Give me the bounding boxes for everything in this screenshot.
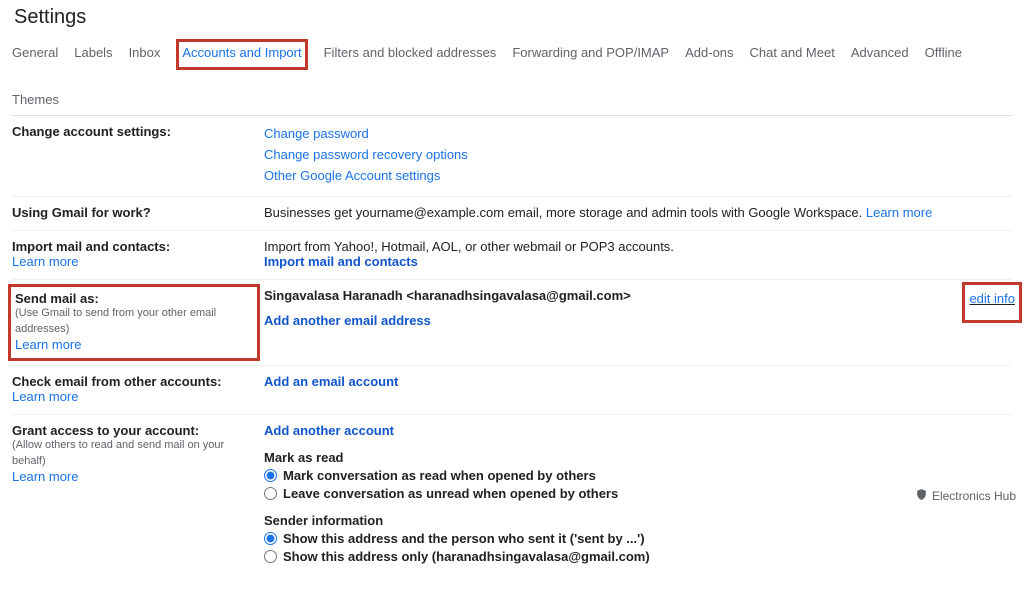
subtext-send-mail-as: (Use Gmail to send from your other email… xyxy=(15,306,253,337)
link-other-google-settings[interactable]: Other Google Account settings xyxy=(264,166,1012,187)
link-import-action[interactable]: Import mail and contacts xyxy=(264,254,418,269)
link-add-email-account[interactable]: Add an email account xyxy=(264,374,398,389)
text-work-body: Businesses get yourname@example.com emai… xyxy=(264,205,866,220)
settings-tabs: General Labels Inbox Accounts and Import… xyxy=(12,39,1012,116)
section-check-email: Check email from other accounts: Learn m… xyxy=(12,366,1012,415)
link-check-learn[interactable]: Learn more xyxy=(12,389,78,404)
tab-chat-meet[interactable]: Chat and Meet xyxy=(750,39,835,70)
link-add-email-address[interactable]: Add another email address xyxy=(264,313,431,328)
heading-sender-info: Sender information xyxy=(264,513,1012,528)
subtext-grant-access: (Allow others to read and send mail on y… xyxy=(12,438,256,469)
tab-addons[interactable]: Add-ons xyxy=(685,39,733,70)
highlight-send-mail-as: Send mail as: (Use Gmail to send from yo… xyxy=(8,284,260,361)
radio-show-sent-by[interactable] xyxy=(264,532,277,545)
tab-general[interactable]: General xyxy=(12,39,58,70)
tab-inbox[interactable]: Inbox xyxy=(129,39,161,70)
label-leave-unread: Leave conversation as unread when opened… xyxy=(283,486,618,501)
heading-mark-as-read: Mark as read xyxy=(264,450,1012,465)
heading-import: Import mail and contacts: xyxy=(12,239,256,254)
tab-labels[interactable]: Labels xyxy=(74,39,112,70)
link-change-recovery[interactable]: Change password recovery options xyxy=(264,145,1012,166)
label-show-address-only: Show this address only (haranadhsingaval… xyxy=(283,549,650,564)
watermark-brand: Electronics Hub xyxy=(915,488,1016,504)
link-grant-learn[interactable]: Learn more xyxy=(12,469,78,484)
tab-accounts-import[interactable]: Accounts and Import xyxy=(176,39,307,70)
heading-send-mail-as: Send mail as: xyxy=(15,291,253,306)
section-work: Using Gmail for work? Businesses get you… xyxy=(12,197,1012,231)
heading-grant-access: Grant access to your account: xyxy=(12,423,256,438)
tab-advanced[interactable]: Advanced xyxy=(851,39,909,70)
radio-show-address-only[interactable] xyxy=(264,550,277,563)
label-show-sent-by: Show this address and the person who sen… xyxy=(283,531,645,546)
tab-themes[interactable]: Themes xyxy=(12,86,59,115)
label-mark-read: Mark conversation as read when opened by… xyxy=(283,468,596,483)
section-import: Import mail and contacts: Learn more Imp… xyxy=(12,231,1012,280)
heading-change-account: Change account settings: xyxy=(12,124,171,139)
shield-icon xyxy=(915,488,928,504)
tab-filters[interactable]: Filters and blocked addresses xyxy=(324,39,497,70)
tab-forwarding[interactable]: Forwarding and POP/IMAP xyxy=(512,39,669,70)
section-send-mail-as: Send mail as: (Use Gmail to send from yo… xyxy=(12,280,1012,366)
text-import-body: Import from Yahoo!, Hotmail, AOL, or oth… xyxy=(264,239,1012,254)
heading-check-email: Check email from other accounts: xyxy=(12,374,256,389)
link-work-learn[interactable]: Learn more xyxy=(866,205,932,220)
link-import-learn[interactable]: Learn more xyxy=(12,254,78,269)
link-sendmail-learn[interactable]: Learn more xyxy=(15,337,81,352)
link-add-another-account[interactable]: Add another account xyxy=(264,423,394,438)
radio-mark-read[interactable] xyxy=(264,469,277,482)
link-change-password[interactable]: Change password xyxy=(264,124,1012,145)
page-title: Settings xyxy=(14,6,1012,29)
text-send-identity: Singavalasa Haranadh <haranadhsingavalas… xyxy=(264,288,1012,303)
link-edit-info[interactable]: edit info xyxy=(969,291,1015,306)
radio-leave-unread[interactable] xyxy=(264,487,277,500)
section-grant-access: Grant access to your account: (Allow oth… xyxy=(12,415,1012,577)
heading-work: Using Gmail for work? xyxy=(12,205,151,220)
watermark-text: Electronics Hub xyxy=(932,489,1016,503)
tab-offline[interactable]: Offline xyxy=(925,39,962,70)
section-change-account: Change account settings: Change password… xyxy=(12,116,1012,197)
